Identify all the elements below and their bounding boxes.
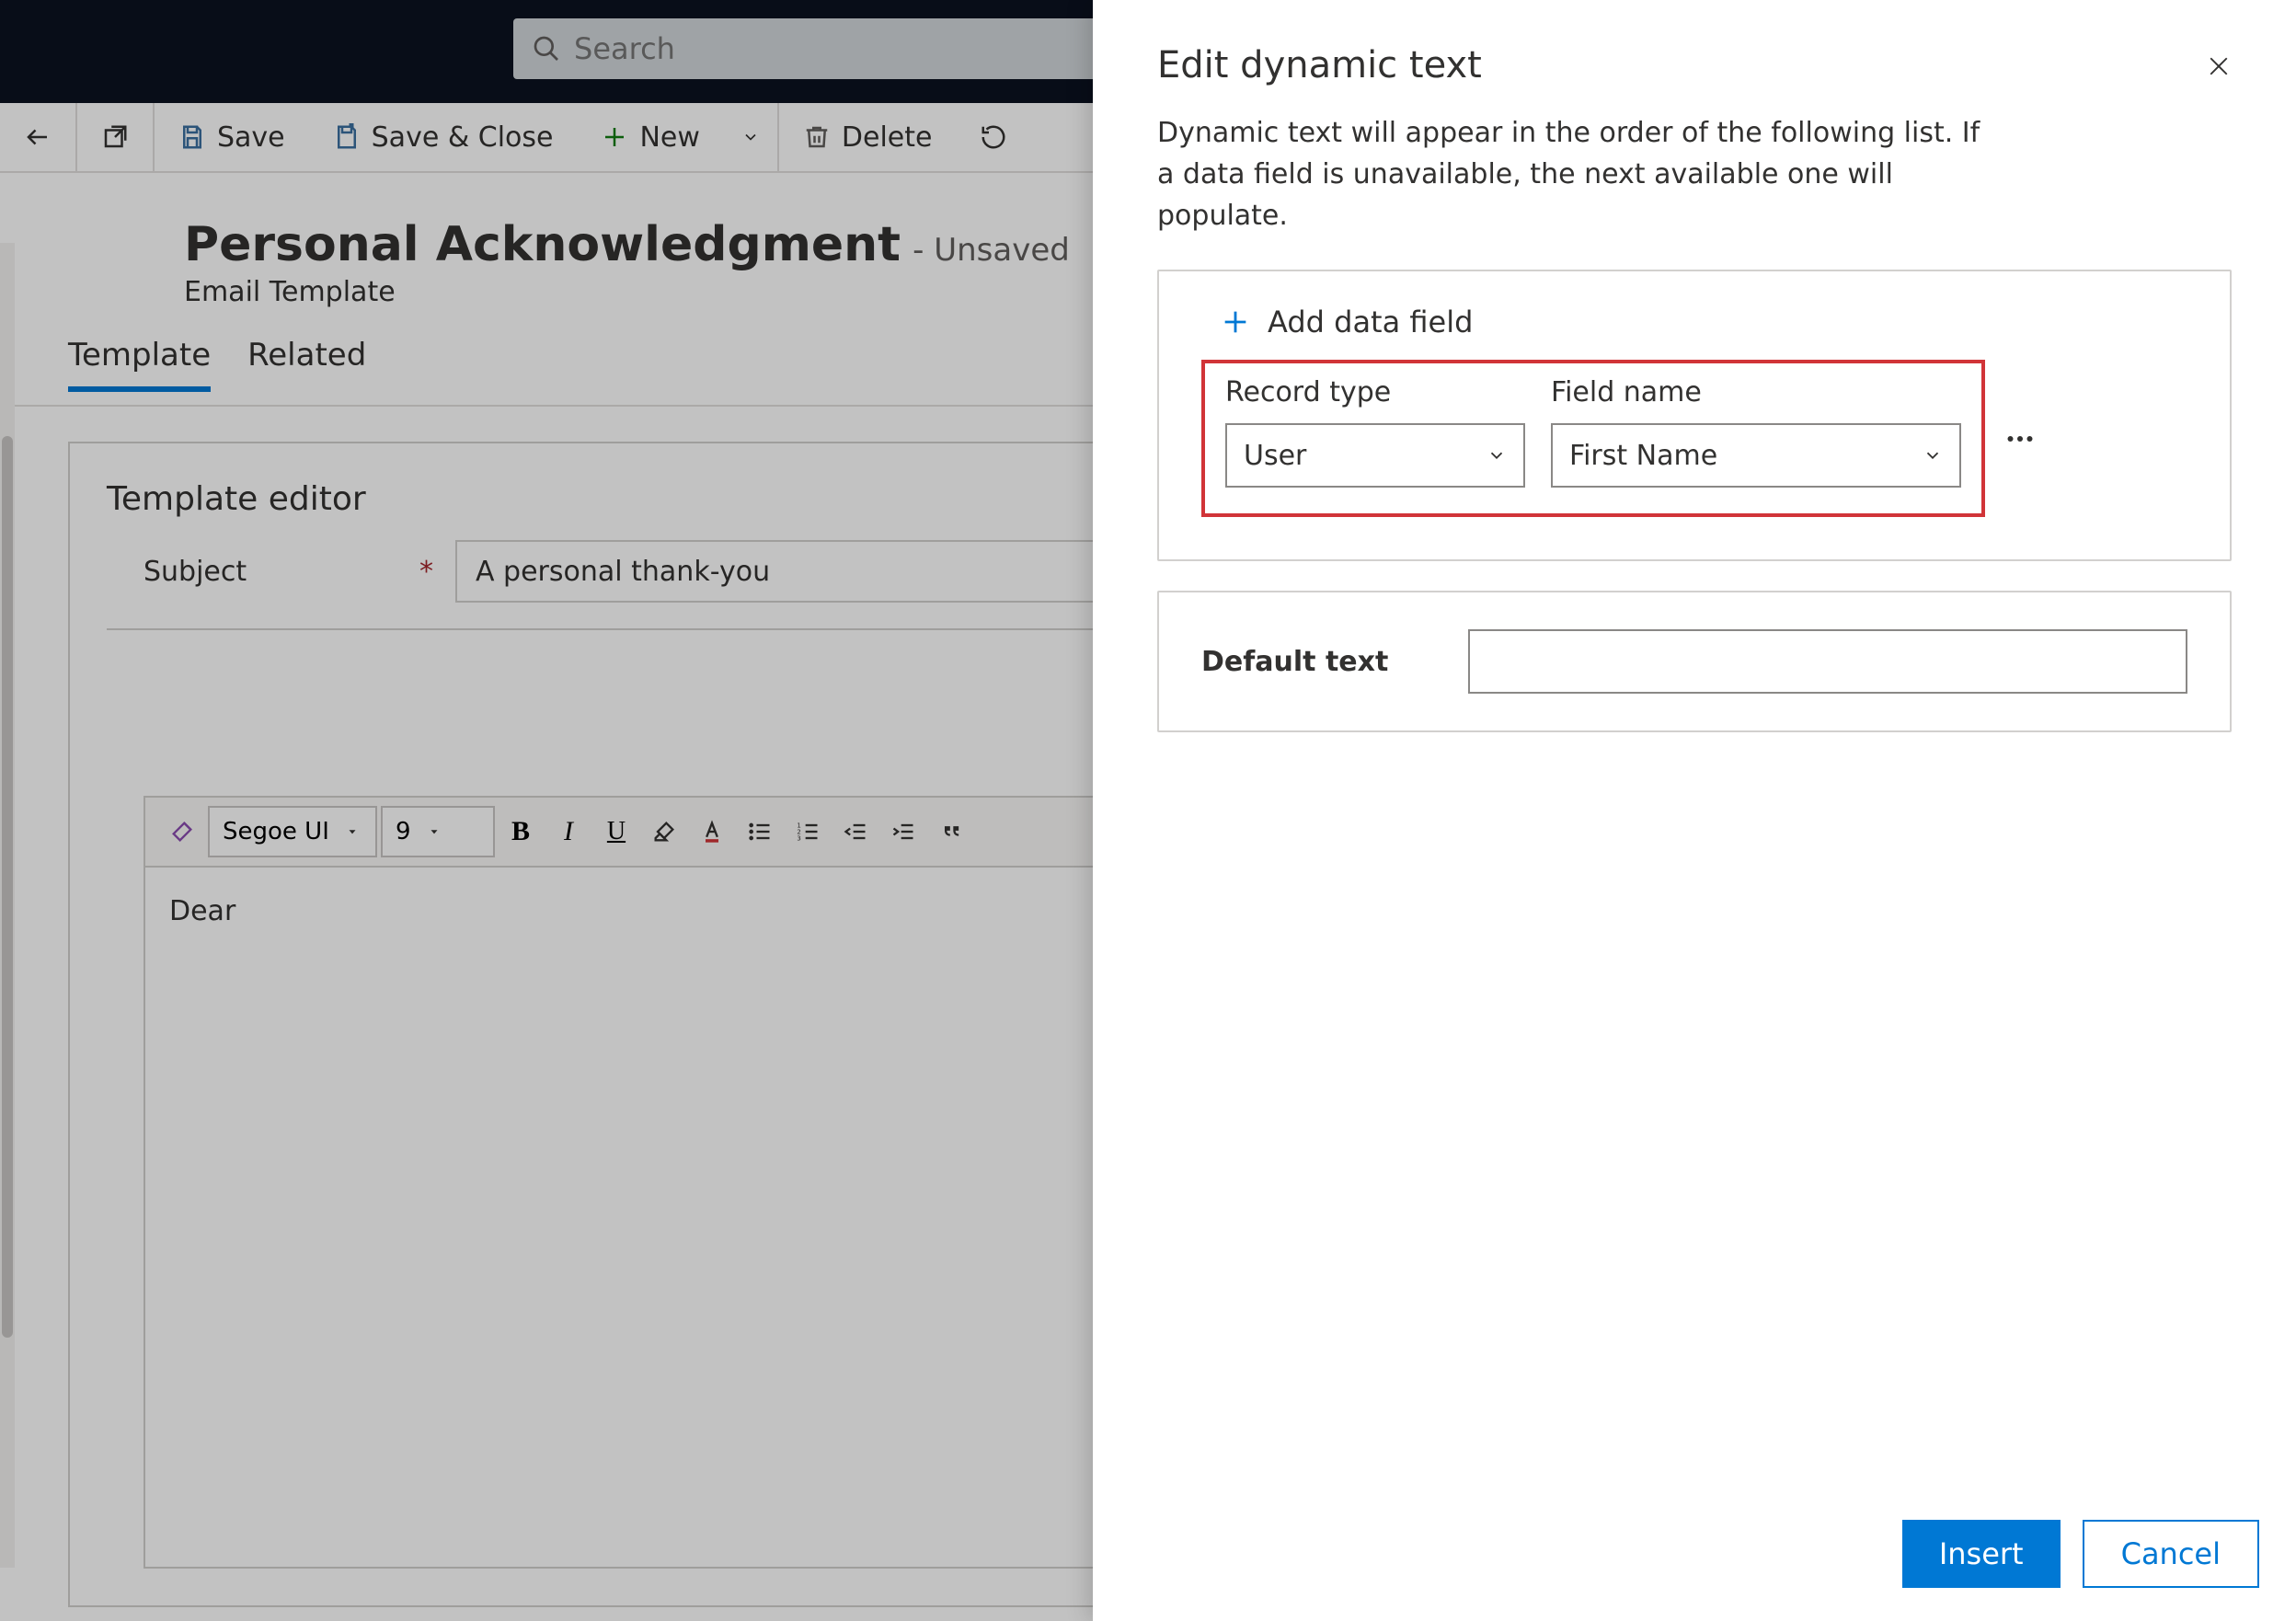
plus-icon [1220, 306, 1251, 338]
default-text-card: Default text [1157, 591, 2232, 732]
add-data-field-button[interactable]: Add data field [1201, 305, 2187, 339]
chevron-down-icon [1923, 445, 1943, 466]
more-horizontal-icon [2003, 422, 2037, 455]
record-type-label: Record type [1225, 376, 1525, 408]
default-text-input[interactable] [1468, 629, 2187, 694]
panel-header: Edit dynamic text [1093, 0, 2296, 86]
record-type-combo[interactable]: User [1225, 423, 1525, 488]
panel-description: Dynamic text will appear in the order of… [1093, 86, 2068, 236]
panel-body: Add data field Record type User Fie [1093, 236, 2296, 762]
field-name-value: First Name [1569, 440, 1717, 472]
data-fields-card: Add data field Record type User Fie [1157, 270, 2232, 561]
field-pair-highlight: Record type User Field name First Name [1201, 360, 1985, 517]
close-icon [2205, 52, 2233, 80]
panel-title: Edit dynamic text [1157, 44, 2232, 86]
edit-dynamic-text-panel: Edit dynamic text Dynamic text will appe… [1093, 0, 2296, 1621]
add-data-field-label: Add data field [1268, 305, 1473, 339]
panel-close-button[interactable] [2200, 48, 2237, 85]
chevron-down-icon [1487, 445, 1507, 466]
default-text-label: Default text [1201, 646, 1431, 678]
cancel-button[interactable]: Cancel [2083, 1520, 2259, 1588]
insert-button[interactable]: Insert [1902, 1520, 2061, 1588]
field-name-combo[interactable]: First Name [1551, 423, 1961, 488]
field-name-label: Field name [1551, 376, 1961, 408]
field-row-more-button[interactable] [1994, 413, 2046, 465]
modal-backdrop[interactable] [0, 0, 1093, 1621]
record-type-value: User [1244, 440, 1306, 472]
panel-footer: Insert Cancel [1902, 1520, 2259, 1588]
